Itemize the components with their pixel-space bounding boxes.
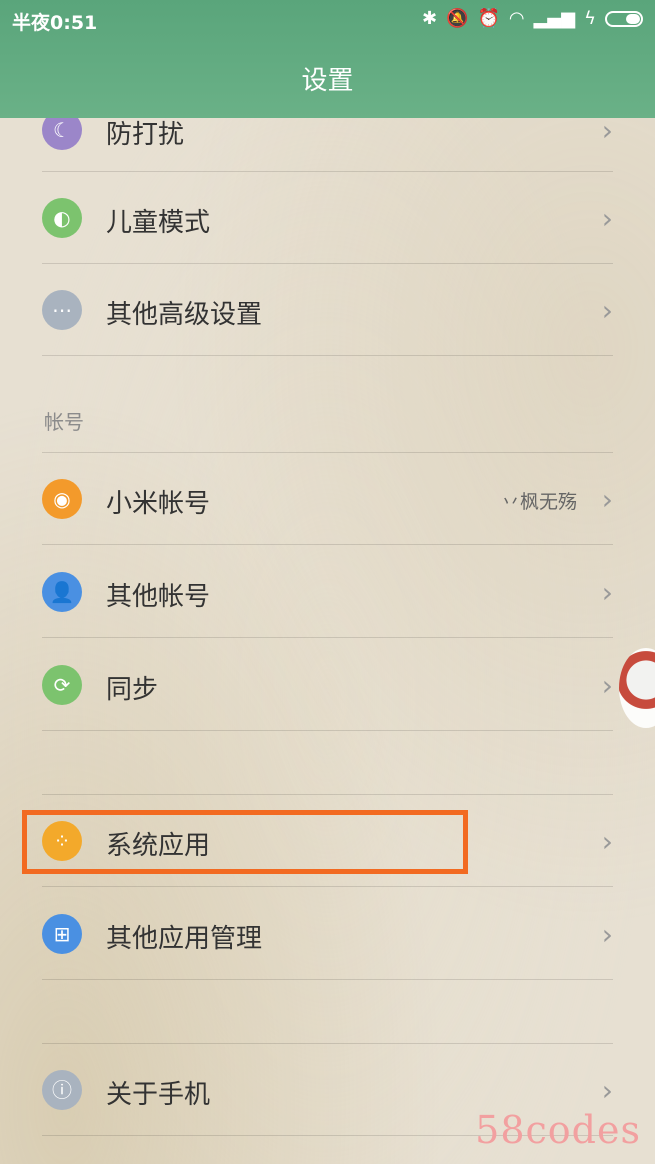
settings-item-child-mode[interactable]: ◐ 儿童模式 › [0,172,655,264]
chevron-right-icon: › [601,825,613,858]
sync-icon: ⟳ [42,665,82,705]
settings-item-label: 同步 [106,675,159,705]
signal-icon: ▂▄▆ [533,8,576,29]
settings-item-mi-account[interactable]: ◉ 小米帐号 丷枫无殇 › [0,453,655,545]
chevron-right-icon: › [601,202,613,235]
account-name: 丷枫无殇 [500,491,577,513]
divider [42,355,613,356]
divider [42,544,613,545]
more-icon: ⋯ [42,290,82,330]
settings-item-other-accounts[interactable]: 👤 其他帐号 › [0,546,655,638]
app-header: 半夜0:51 ✱ 🔕 ⏰ ◠ ▂▄▆ ϟ 设置 [0,0,655,118]
divider [42,637,613,638]
apps-grid-icon: ⊞ [42,914,82,954]
watermark: 58codes [475,1108,641,1152]
chevron-right-icon: › [601,918,613,951]
chevron-right-icon: › [601,576,613,609]
settings-item-label: 儿童模式 [106,208,211,238]
chevron-right-icon: › [601,294,613,327]
settings-item-label: 小米帐号 [106,489,211,519]
battery-icon [605,10,643,27]
wifi-icon: ◠ [508,8,525,29]
settings-item-label: 关于手机 [106,1080,211,1110]
highlight-box [22,810,468,874]
chevron-right-icon: › [601,1074,613,1107]
section-header-account: 帐号 [44,410,84,434]
chevron-right-icon: › [601,483,613,516]
settings-item-label: 防打扰 [106,120,185,150]
status-bar: 半夜0:51 ✱ 🔕 ⏰ ◠ ▂▄▆ ϟ [0,0,655,38]
info-icon: ⓘ [42,1070,82,1110]
settings-item-label: 其他应用管理 [106,924,263,954]
settings-item-other-app-management[interactable]: ⊞ 其他应用管理 › [0,888,655,980]
mute-bell-icon: 🔕 [446,8,469,29]
page-title: 设置 [301,66,354,96]
user-add-icon: 👤 [42,572,82,612]
divider [42,886,613,887]
settings-item-sync[interactable]: ⟳ 同步 › [0,639,655,731]
status-icons: ✱ 🔕 ⏰ ◠ ▂▄▆ ϟ [422,8,643,29]
alarm-icon: ⏰ [477,8,500,29]
divider [42,979,613,980]
mi-account-icon: ◉ [42,479,82,519]
chevron-right-icon: › [601,669,613,702]
divider [42,730,613,731]
settings-item-label: 其他高级设置 [106,300,263,330]
child-mode-icon: ◐ [42,198,82,238]
chevron-right-icon: › [601,114,613,147]
charging-icon: ϟ [584,8,596,29]
bluetooth-icon: ✱ [421,8,438,29]
settings-item-other-advanced[interactable]: ⋯ 其他高级设置 › [0,264,655,356]
settings-item-label: 其他帐号 [106,582,211,612]
status-time: 半夜0:51 [12,12,98,34]
